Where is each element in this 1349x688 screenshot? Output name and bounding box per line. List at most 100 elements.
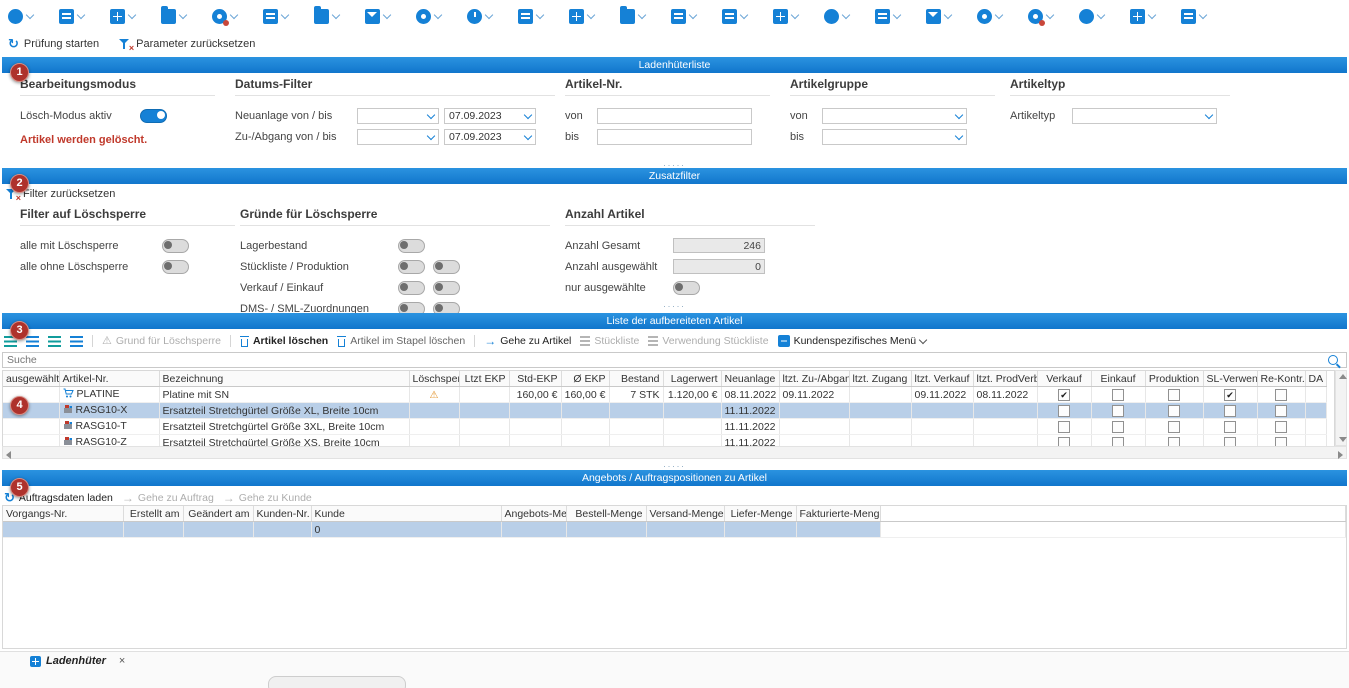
artikelgruppe-bis-select[interactable] [822, 129, 967, 145]
col-loeschsperre[interactable]: Löschsperre [409, 371, 459, 387]
message-icon[interactable] [926, 9, 951, 24]
search-input[interactable] [3, 354, 1328, 366]
orders-icon[interactable] [263, 9, 288, 24]
report-icon[interactable] [620, 9, 645, 24]
col-produktion[interactable]: Produktion [1145, 371, 1203, 387]
horizontal-scrollbar[interactable] [2, 446, 1347, 459]
home-icon[interactable] [8, 9, 33, 24]
collapse-handle[interactable]: ..... [0, 159, 1349, 167]
select-all-icon[interactable] [48, 336, 61, 347]
start-check-button[interactable]: ↻ Prüfung starten [8, 38, 99, 50]
neuanlage-von-select[interactable] [357, 108, 439, 124]
shipping-icon[interactable] [314, 9, 339, 24]
checkbox-sl-verwendung[interactable] [1224, 405, 1236, 417]
artikelgruppe-von-select[interactable] [822, 108, 967, 124]
contacts-icon[interactable] [110, 9, 135, 24]
section-bar-artikelliste[interactable]: Liste der aufbereiteten Artikel [2, 313, 1347, 329]
checkbox-einkauf[interactable] [1112, 389, 1124, 401]
reset-parameters-button[interactable]: × Parameter zurücksetzen [119, 38, 255, 50]
col-prodverb[interactable]: ltzt. ProdVerb [973, 371, 1037, 387]
col-ausgewaehlt[interactable]: ausgewählt [3, 371, 59, 387]
col-geaendert-am[interactable]: Geändert am [183, 506, 253, 522]
info-icon[interactable] [1079, 9, 1104, 24]
link-icon[interactable] [416, 9, 441, 24]
search-icon[interactable] [1328, 355, 1338, 365]
modules-icon[interactable] [569, 9, 594, 24]
gehe-zu-kunde-button[interactable]: → Gehe zu Kunde [223, 492, 312, 504]
col-liefer-menge[interactable]: Liefer-Menge [724, 506, 796, 522]
section-bar-zusatzfilter[interactable]: Zusatzfilter [2, 168, 1347, 184]
zuabgang-von-select[interactable] [357, 129, 439, 145]
tab-ladenhueter[interactable]: Ladenhüter × [30, 655, 125, 667]
checkbox-sl-verwendung[interactable] [1224, 421, 1236, 433]
collapse-groups-icon[interactable] [26, 336, 39, 347]
mit-loeschsperre-toggle[interactable] [162, 239, 189, 253]
section-bar-auftragspositionen[interactable]: Angebots / Auftragspositionen zu Artikel [2, 470, 1347, 486]
order-row-selected[interactable]: 0 [3, 522, 1346, 538]
user-settings-icon[interactable] [1028, 9, 1053, 24]
col-zugang[interactable]: ltzt. Zugang [849, 371, 911, 387]
lagerbestand-toggle[interactable] [398, 239, 425, 253]
calendar-icon[interactable] [773, 9, 798, 24]
nur-ausgewaehlte-toggle[interactable] [673, 281, 700, 295]
verkauf-toggle[interactable] [398, 281, 425, 295]
clock-icon[interactable] [467, 9, 492, 24]
col-kundennr[interactable]: Kunden-Nr. [253, 506, 311, 522]
col-neuanlage[interactable]: Neuanlage [721, 371, 779, 387]
ohne-loeschsperre-toggle[interactable] [162, 260, 189, 274]
deselect-all-icon[interactable] [70, 336, 83, 347]
col-bezeichnung[interactable]: Bezeichnung [159, 371, 409, 387]
checkbox-re-kontr[interactable] [1275, 421, 1287, 433]
table-icon[interactable] [1130, 9, 1155, 24]
artikeltyp-select[interactable] [1072, 108, 1217, 124]
col-bestand[interactable]: Bestand [609, 371, 663, 387]
checkbox-einkauf[interactable] [1112, 421, 1124, 433]
stapel-loeschen-button[interactable]: Artikel im Stapel löschen [337, 335, 465, 347]
col-vorgangsnr[interactable]: Vorgangs-Nr. [3, 506, 123, 522]
artikelnr-bis-input[interactable] [597, 129, 752, 145]
col-oe-ekp[interactable]: Ø EKP [561, 371, 609, 387]
article-row-selected[interactable]: RASG10-X Ersatzteil Stretchgürtel Größe … [3, 403, 1326, 419]
section-bar-ladenhueterliste[interactable]: Ladenhüterliste [2, 57, 1347, 73]
col-angebots-menge[interactable]: Angebots-Menge [501, 506, 566, 522]
grund-loeschsperre-button[interactable]: ⚠ Grund für Löschsperre [102, 335, 221, 347]
col-lagerwert[interactable]: Lagerwert [663, 371, 721, 387]
article-row[interactable]: PLATINE Platine mit SN ⚠ 160,00 € 160,00… [3, 387, 1326, 403]
artikelnr-von-input[interactable] [597, 108, 752, 124]
loesch-modus-toggle[interactable] [140, 109, 167, 123]
col-erstellt-am[interactable]: Erstellt am [123, 506, 183, 522]
col-re-kontr[interactable]: Re-Kontr. [1257, 371, 1305, 387]
database-icon[interactable] [59, 9, 84, 24]
col-sl-verwendung[interactable]: SL-Verwen... [1203, 371, 1257, 387]
col-zu-abgang[interactable]: ltzt. Zu-/Abgang [779, 371, 849, 387]
checkbox-produktion[interactable] [1168, 405, 1180, 417]
produktion-toggle[interactable] [433, 260, 460, 274]
collapse-handle[interactable]: ..... [0, 460, 1349, 468]
zuabgang-bis-select[interactable]: 07.09.2023 [444, 129, 536, 145]
print-icon[interactable] [1181, 9, 1206, 24]
checkbox-re-kontr[interactable] [1275, 405, 1287, 417]
einkauf-toggle[interactable] [433, 281, 460, 295]
checkbox-verkauf[interactable] [1058, 405, 1070, 417]
gehe-zu-auftrag-button[interactable]: → Gehe zu Auftrag [122, 492, 214, 504]
checkbox-produktion[interactable] [1168, 421, 1180, 433]
col-fakturierte-menge[interactable]: Fakturierte-Menge [796, 506, 880, 522]
address-icon[interactable] [161, 9, 186, 24]
checkbox-re-kontr[interactable] [1275, 389, 1287, 401]
col-artikelnr[interactable]: Artikel-Nr. [59, 371, 159, 387]
stueckliste-button[interactable]: Stückliste [580, 335, 639, 347]
col-kunde[interactable]: Kunde [311, 506, 501, 522]
settings-icon[interactable] [212, 9, 237, 24]
article-row[interactable]: RASG10-T Ersatzteil Stretchgürtel Größe … [3, 419, 1326, 435]
collapse-handle[interactable]: ..... [0, 300, 1349, 308]
col-ltzt-ekp[interactable]: Ltzt EKP [459, 371, 509, 387]
artikel-loeschen-button[interactable]: Artikel löschen [240, 335, 328, 347]
bank-icon[interactable] [875, 9, 900, 24]
checkbox-verkauf[interactable]: ✔ [1058, 389, 1070, 401]
tab-close-icon[interactable]: × [119, 655, 125, 667]
col-std-ekp[interactable]: Std-EKP [509, 371, 561, 387]
document-icon[interactable] [671, 9, 696, 24]
verwendung-stueckliste-button[interactable]: Verwendung Stückliste [648, 335, 768, 347]
kundenmenu-button[interactable]: Kundenspezifisches Menü [778, 335, 927, 347]
gehe-zu-artikel-button[interactable]: → Gehe zu Artikel [484, 335, 571, 347]
